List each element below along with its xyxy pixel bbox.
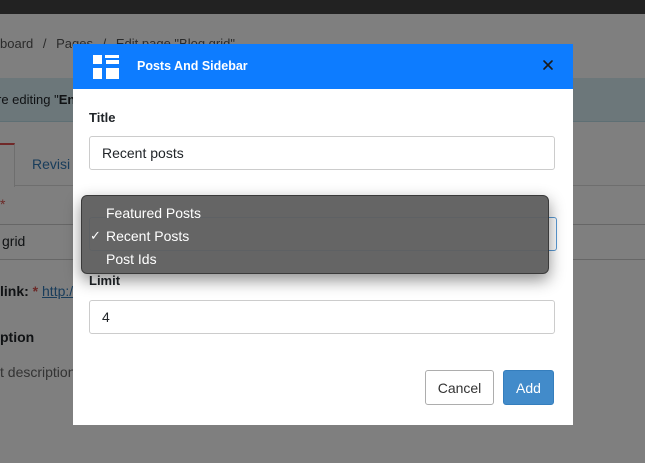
dropdown-option-recent-posts[interactable]: ✓ Recent Posts: [82, 225, 548, 248]
app-topbar: [0, 0, 645, 14]
blocks-logo-icon: [93, 55, 119, 79]
add-button[interactable]: Add: [503, 370, 554, 405]
dropdown-option-featured-posts[interactable]: Featured Posts: [82, 202, 548, 225]
limit-label: Limit: [89, 273, 121, 288]
filter-dropdown-menu: Featured Posts ✓ Recent Posts Post Ids: [81, 195, 549, 274]
modal-header: Posts And Sidebar: [73, 44, 573, 89]
dropdown-option-post-ids[interactable]: Post Ids: [82, 248, 548, 271]
close-icon[interactable]: [540, 57, 556, 73]
check-icon: ✓: [90, 228, 101, 243]
modal-title: Posts And Sidebar: [137, 59, 248, 73]
cancel-button[interactable]: Cancel: [425, 370, 494, 405]
limit-input[interactable]: [89, 300, 555, 334]
title-label: Title: [89, 110, 116, 125]
option-label: Recent Posts: [106, 228, 190, 244]
option-label: Featured Posts: [106, 205, 201, 221]
option-label: Post Ids: [106, 251, 157, 267]
title-input[interactable]: [89, 136, 555, 170]
